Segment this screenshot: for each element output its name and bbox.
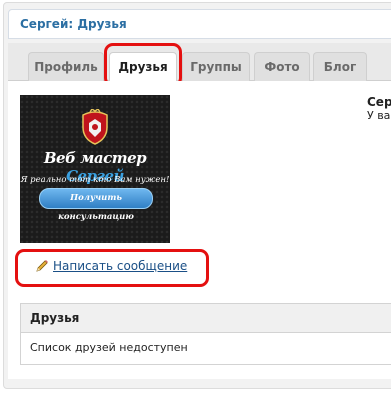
- send-message-link[interactable]: Написать сообщение: [53, 259, 187, 273]
- tab-blog[interactable]: Блог: [313, 52, 367, 81]
- user-name: Серг: [367, 95, 391, 109]
- send-message-row[interactable]: Написать сообщение: [35, 259, 187, 273]
- tab-friends[interactable]: Друзья: [109, 52, 177, 82]
- friends-panel: Друзья Список друзей недоступен: [20, 303, 391, 365]
- tab-photo[interactable]: Фото: [254, 52, 310, 81]
- crest-icon: [82, 109, 108, 145]
- user-status: У ва: [367, 109, 391, 122]
- pencil-icon: [36, 260, 48, 272]
- banner-title-prefix: Веб мастер: [43, 149, 147, 167]
- page-title: Сергей: Друзья: [20, 17, 127, 31]
- banner-subtitle: Я реально тот кто Вам нужен!: [20, 175, 170, 185]
- tab-groups[interactable]: Группы: [182, 52, 250, 81]
- friends-heading: Друзья: [30, 311, 80, 325]
- friends-empty-text: Список друзей недоступен: [30, 341, 188, 354]
- tab-profile[interactable]: Профиль: [28, 52, 104, 81]
- promo-banner[interactable]: Веб мастер Сергей Я реально тот кто Вам …: [20, 95, 170, 243]
- friends-panel-header: Друзья: [21, 304, 391, 333]
- page-header: Сергей: Друзья: [8, 9, 391, 39]
- consultation-button[interactable]: Получить консультацию: [39, 188, 153, 222]
